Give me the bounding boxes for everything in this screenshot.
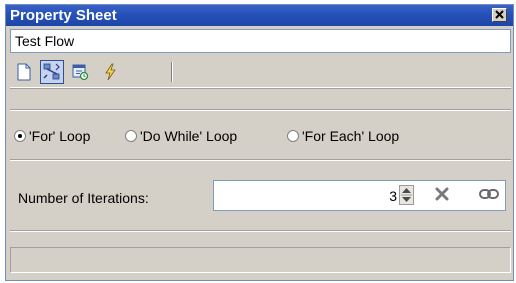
radio-button[interactable] [287, 130, 299, 142]
radio-button[interactable] [125, 130, 137, 142]
divider-bottom [10, 230, 511, 232]
iterations-row: Number of Iterations: 3 [10, 175, 511, 215]
refresh-properties-button[interactable] [68, 60, 92, 84]
object-name-value: Test Flow [15, 33, 75, 49]
radio-for-loop[interactable]: 'For' Loop [14, 128, 90, 144]
link-icon[interactable] [479, 187, 499, 201]
lightning-button[interactable] [98, 60, 122, 84]
object-name-field[interactable]: Test Flow [10, 29, 511, 53]
loop-type-group: 'For' Loop 'Do While' Loop 'For Each' Lo… [10, 118, 511, 156]
iterations-value: 3 [389, 188, 397, 204]
lightning-icon [105, 63, 116, 81]
close-button[interactable] [492, 8, 507, 22]
spin-icon[interactable] [399, 185, 414, 205]
clear-icon[interactable] [434, 186, 450, 202]
new-document-icon [17, 63, 31, 81]
radio-do-while-loop[interactable]: 'Do While' Loop [125, 128, 237, 144]
flow-properties-icon [43, 63, 60, 80]
title-bar[interactable]: Property Sheet [6, 5, 513, 26]
refresh-properties-icon [72, 64, 89, 81]
radio-for-loop-label: 'For' Loop [29, 128, 91, 144]
radio-for-each-loop[interactable]: 'For Each' Loop [287, 128, 399, 144]
radio-button-selected[interactable] [14, 130, 26, 142]
divider-middle [10, 159, 511, 161]
toolbar-separator [171, 62, 172, 82]
toolbar [10, 57, 511, 88]
status-bar [10, 247, 511, 273]
window-title: Property Sheet [10, 7, 117, 24]
flow-properties-button[interactable] [40, 60, 64, 84]
radio-for-each-loop-label: 'For Each' Loop [302, 128, 400, 144]
radio-do-while-loop-label: 'Do While' Loop [140, 128, 238, 144]
property-sheet-window: Property Sheet Test Flow 'For' Loop 'Do … [5, 4, 514, 281]
iterations-label: Number of Iterations: [18, 190, 149, 206]
divider-top [10, 109, 511, 111]
iterations-input[interactable]: 3 [213, 180, 506, 211]
new-button[interactable] [12, 60, 36, 84]
close-icon [495, 10, 504, 19]
